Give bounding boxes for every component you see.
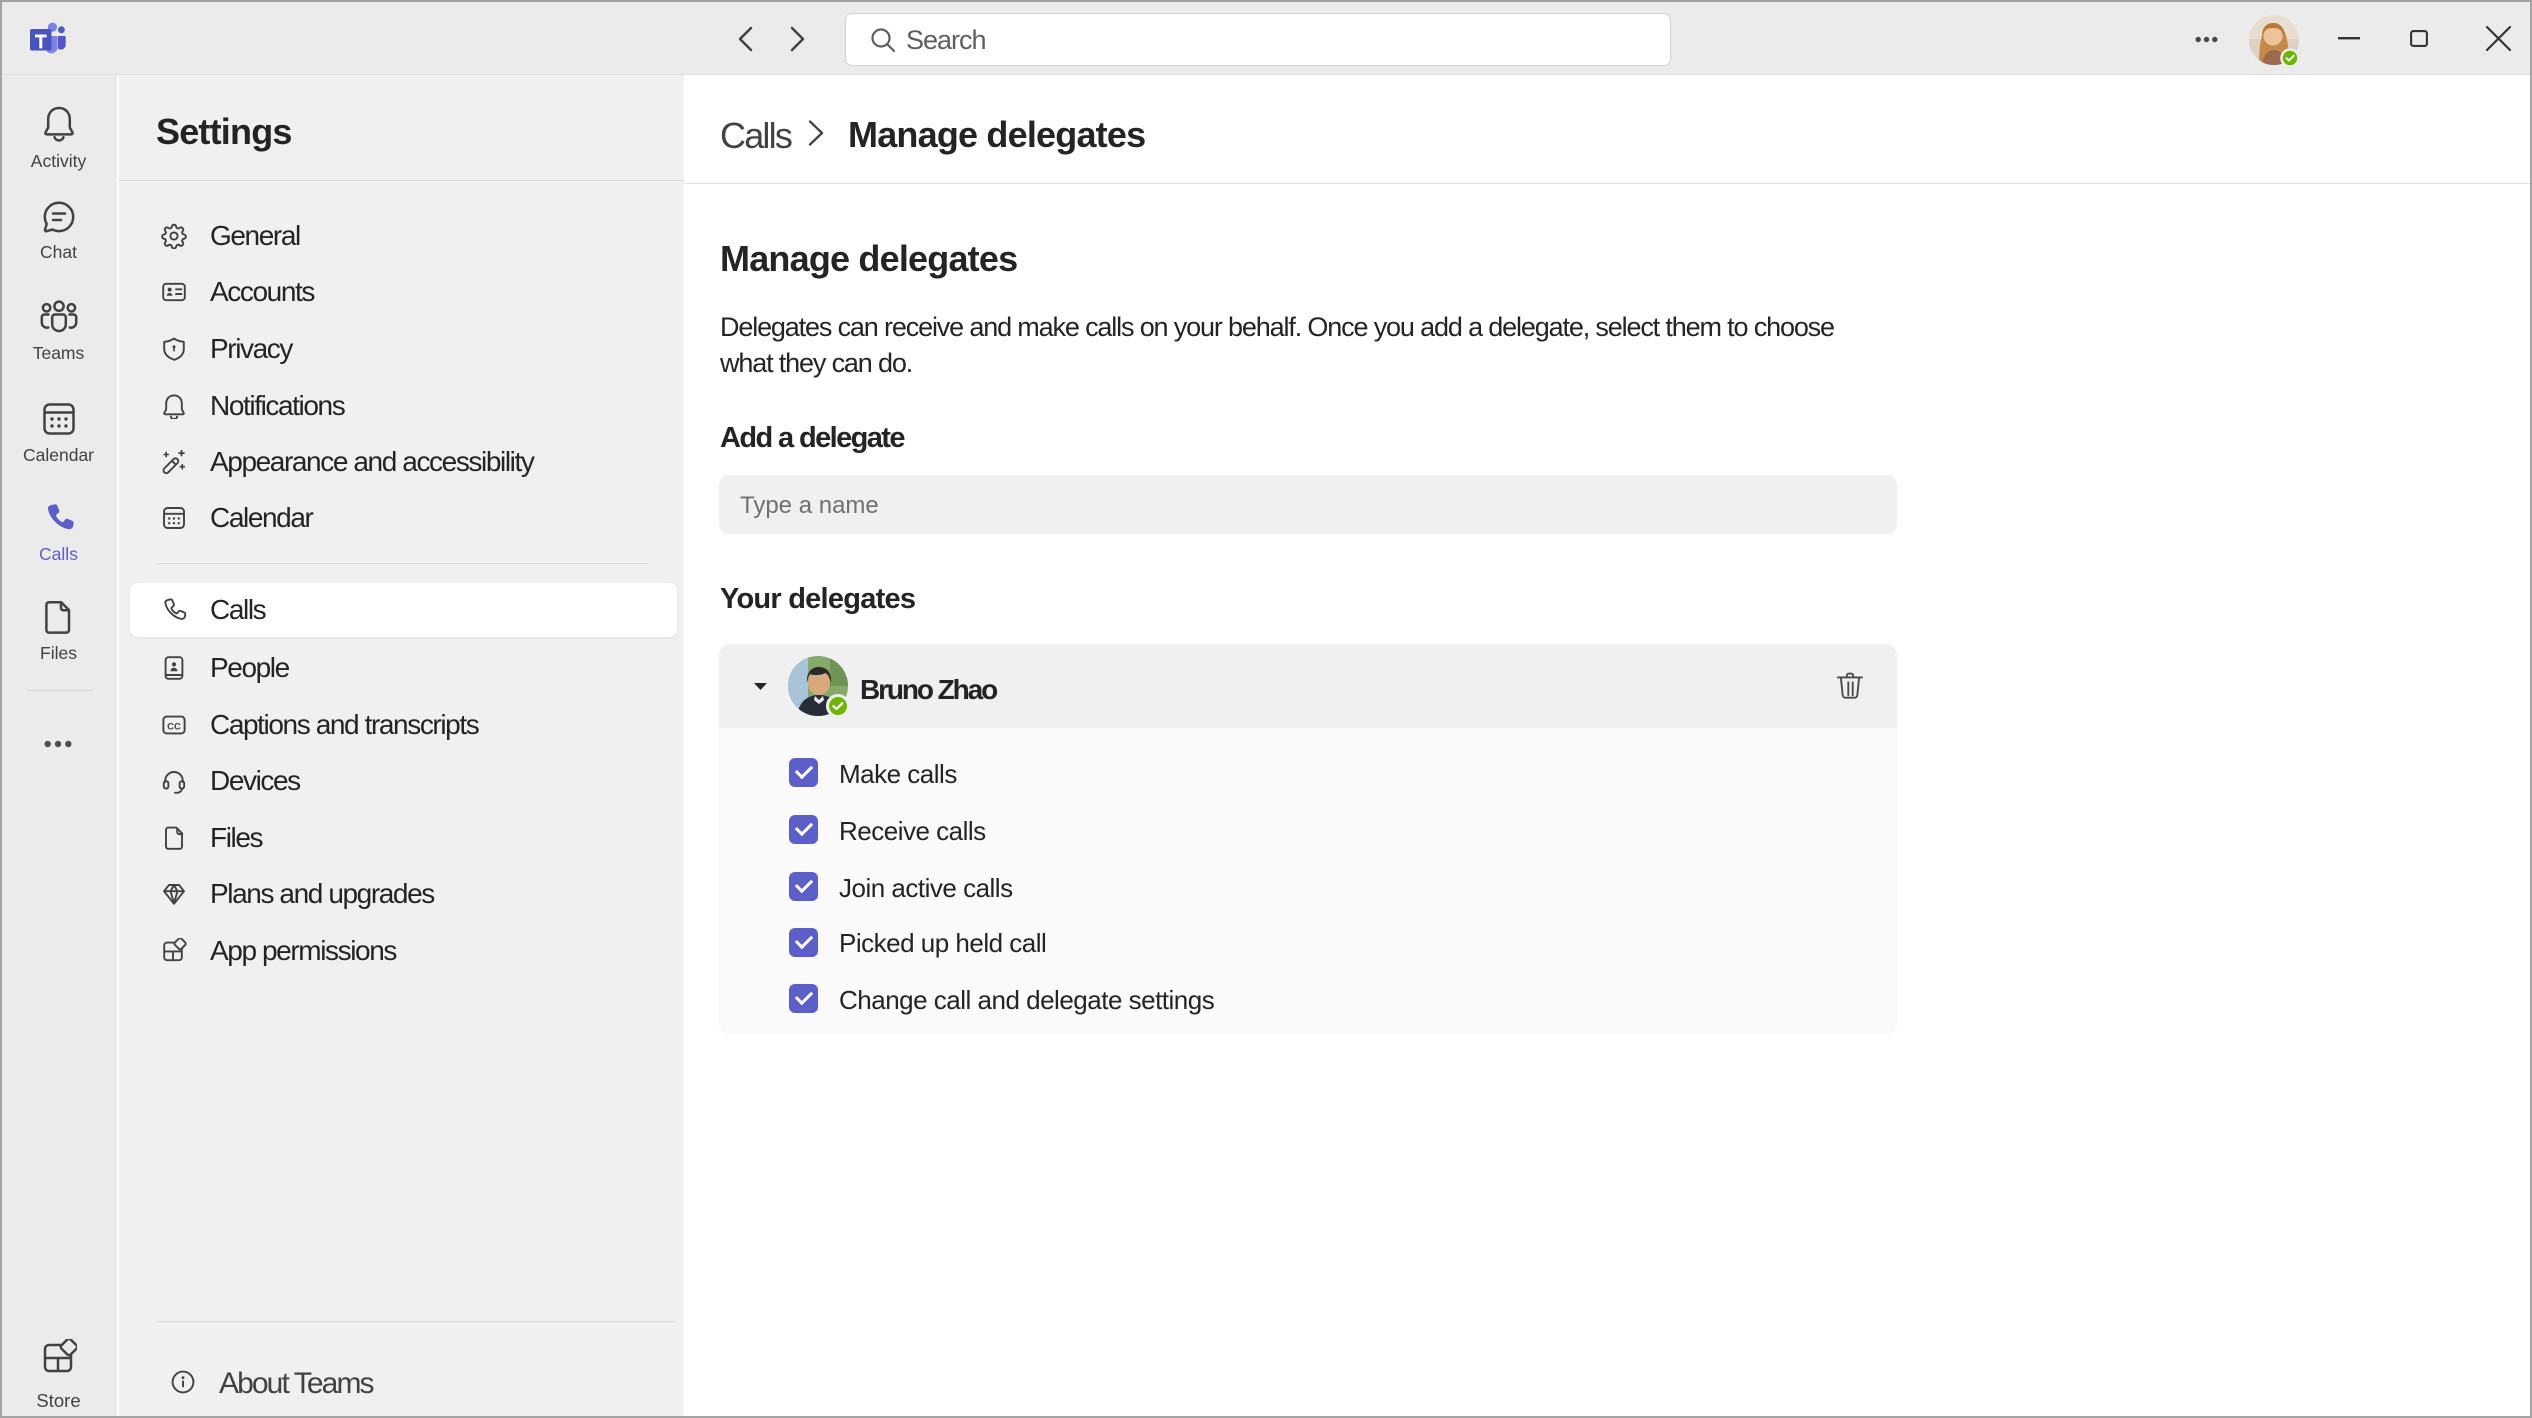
svg-text:CC: CC [167, 721, 181, 732]
